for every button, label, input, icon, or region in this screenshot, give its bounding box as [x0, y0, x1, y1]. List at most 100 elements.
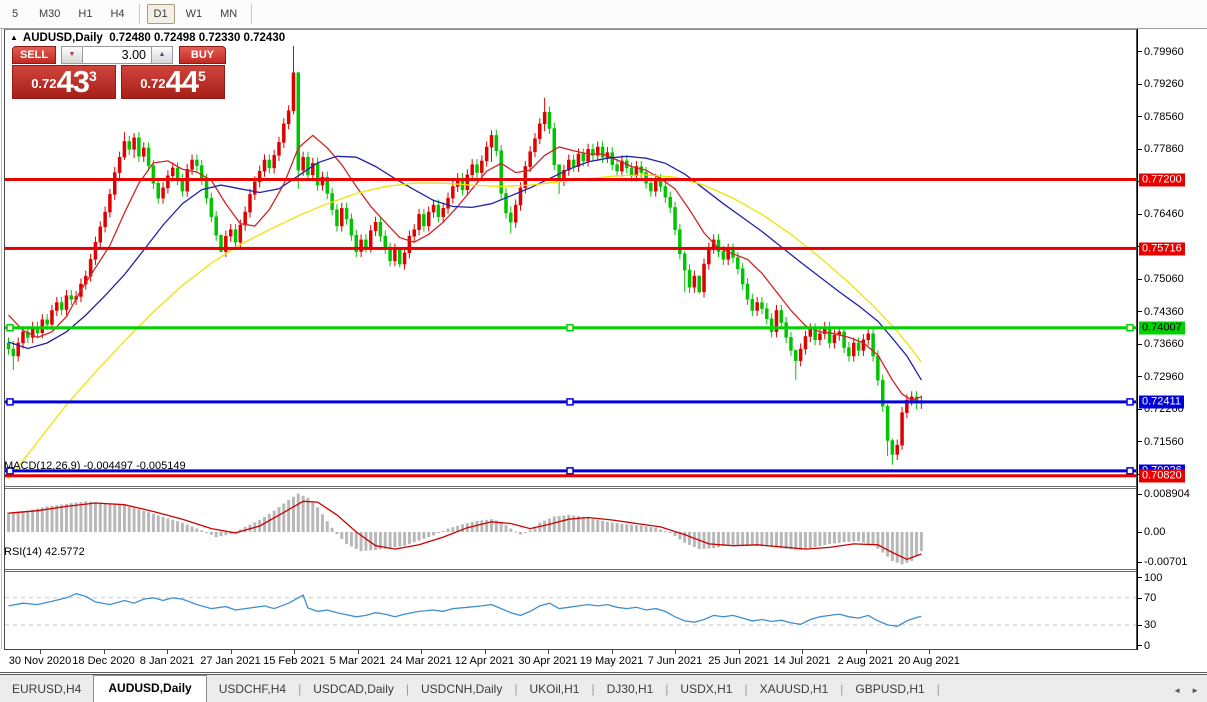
tab-usdchf[interactable]: USDCHF,H4: [207, 677, 298, 702]
macd-indicator-panel[interactable]: [5, 489, 1136, 569]
tab-dj30[interactable]: DJ30,H1: [595, 677, 666, 702]
ma-mid-line: [8, 155, 922, 381]
timeframe-button-m30[interactable]: M30: [32, 4, 67, 24]
tab-audusd[interactable]: AUDUSD,Daily: [93, 675, 207, 702]
ma-fast-line: [8, 134, 922, 401]
axis-tick-mark: [1138, 116, 1142, 118]
date-axis[interactable]: 30 Nov 2020 18 Dec 2020 8 Jan 2021 27 Jan 2…: [4, 650, 1207, 672]
price-marker-label: 0.75716: [1139, 242, 1185, 256]
hline-handle[interactable]: [6, 324, 14, 332]
tab-usdx[interactable]: USDX,H1: [668, 677, 744, 702]
price-tick-label: 0.71560: [1144, 435, 1184, 448]
chart-symbol-label: AUDUSD,Daily: [22, 32, 103, 44]
tab-ukoil[interactable]: UKOil,H1: [517, 677, 591, 702]
date-tick-mark: [802, 650, 803, 654]
axis-tick-mark: [1138, 343, 1142, 345]
timeframe-button-mn[interactable]: MN: [213, 4, 244, 24]
price-tick-label: 0.79960: [1144, 45, 1184, 58]
macd-name: MACD(12,26,9): [4, 460, 81, 472]
date-label: 25 Jun 2021: [708, 655, 769, 667]
tab-eurusd[interactable]: EURUSD,H4: [0, 677, 93, 702]
rsi-axis-label: 100: [1144, 571, 1163, 584]
date-label: 18 Dec 2020: [72, 655, 135, 667]
sell-price-display[interactable]: 0.72 43 3: [12, 65, 116, 99]
buy-button[interactable]: BUY: [179, 46, 226, 64]
volume-input[interactable]: [83, 46, 151, 64]
price-tick-label: 0.77860: [1144, 143, 1184, 156]
buy-price-prefix: 0.72: [140, 76, 166, 91]
date-tick-mark: [675, 650, 676, 654]
axis-tick-mark: [1138, 645, 1142, 647]
hline-0.7082[interactable]: [5, 474, 1136, 478]
volume-increase-icon[interactable]: ▲: [151, 46, 173, 64]
price-tick-label: 0.73660: [1144, 338, 1184, 351]
tab-xauusd[interactable]: XAUUSD,H1: [748, 677, 841, 702]
ohlc-open: 0.72480: [109, 32, 151, 44]
sell-price-big: 43: [56, 64, 90, 99]
ohlc-close: 0.72430: [243, 32, 286, 44]
date-label: 19 May 2021: [579, 655, 644, 667]
rsi-indicator-panel[interactable]: [5, 572, 1136, 648]
hline-handle[interactable]: [1126, 324, 1134, 332]
date-label: 30 Apr 2021: [518, 655, 578, 667]
toolbar-separator: [251, 4, 253, 24]
axis-tick-mark: [1138, 51, 1142, 53]
hline-0.75716[interactable]: [5, 246, 1136, 250]
timeframe-button-d1[interactable]: D1: [146, 4, 175, 24]
volume-decrease-icon[interactable]: ▼: [61, 46, 83, 64]
toolbar-separator: [138, 4, 140, 24]
ohlc-low: 0.72330: [198, 32, 241, 44]
tab-scroll-right-icon[interactable]: ►: [1191, 686, 1199, 695]
sell-button[interactable]: SELL: [12, 46, 56, 64]
axis-tick-mark: [1138, 561, 1142, 563]
date-label: 5 Mar 2021: [329, 655, 386, 667]
timeframe-button-w1[interactable]: W1: [179, 4, 210, 24]
axis-tick-mark: [1138, 278, 1142, 280]
hline-handle[interactable]: [1126, 398, 1134, 406]
hline-0.772[interactable]: [5, 178, 1136, 182]
hline-handle[interactable]: [566, 398, 574, 406]
hline-handle[interactable]: [1126, 467, 1134, 475]
chart-title: ▲ AUDUSD,Daily 0.72480 0.72498 0.72330 0.…: [10, 32, 285, 44]
date-tick-mark: [230, 650, 232, 654]
price-axis[interactable]: 0.799600.792600.785600.778600.771600.764…: [1137, 29, 1207, 652]
collapse-panel-icon[interactable]: ▲: [10, 33, 18, 42]
axis-tick-mark: [1138, 376, 1142, 378]
window-edge-line: [1, 29, 2, 649]
date-label: 14 Jul 2021: [773, 655, 831, 667]
macd-signal-value: -0.005149: [136, 460, 186, 472]
date-label: 30 Nov 2020: [8, 655, 72, 667]
tab-scroll-left-icon[interactable]: ◄: [1173, 686, 1181, 695]
date-tick-mark: [484, 650, 486, 654]
tab-gbpusd[interactable]: GBPUSD,H1: [843, 677, 936, 702]
timeframe-button-h1[interactable]: H1: [71, 4, 99, 24]
date-label: 27 Jan 2021: [200, 655, 261, 667]
date-tick-mark: [167, 650, 168, 654]
tab-usdcad[interactable]: USDCAD,Daily: [301, 677, 406, 702]
tab-separator: |: [936, 682, 940, 696]
macd-axis-label: 0.00: [1144, 526, 1166, 539]
timeframe-button-h4[interactable]: H4: [103, 4, 131, 24]
rsi-axis-label: 70: [1144, 592, 1157, 605]
chart-frame: [4, 29, 1137, 650]
chart-tab-bar: EURUSD,H4 AUDUSD,Daily USDCHF,H4 | USDCAD,Da…: [0, 675, 1207, 702]
date-label: 15 Feb 2021: [263, 655, 325, 667]
date-tick-mark: [294, 650, 295, 654]
timeframe-button-5[interactable]: 5: [2, 4, 28, 24]
hline-handle[interactable]: [566, 324, 574, 332]
rsi-name: RSI(14): [4, 546, 42, 558]
axis-tick-mark: [1138, 213, 1142, 215]
hline-handle[interactable]: [566, 467, 574, 475]
hline-handle[interactable]: [6, 398, 14, 406]
price-marker-label: 0.72411: [1139, 395, 1184, 409]
date-label: 7 Jun 2021: [647, 655, 703, 667]
axis-tick-mark: [1138, 311, 1142, 313]
one-click-trading-panel: SELL ▼ ▲ BUY 0.72433 0.72445: [12, 46, 226, 99]
axis-tick-mark: [1138, 441, 1142, 443]
axis-tick-mark: [1138, 531, 1142, 533]
tab-usdcnh[interactable]: USDCNH,Daily: [409, 677, 514, 702]
macd-axis-label: -0.00701: [1144, 556, 1188, 569]
sell-price-prefix: 0.72: [31, 76, 57, 91]
buy-price-display[interactable]: 0.72 44 5: [121, 65, 225, 99]
price-marker-label: 0.70820: [1139, 469, 1185, 483]
